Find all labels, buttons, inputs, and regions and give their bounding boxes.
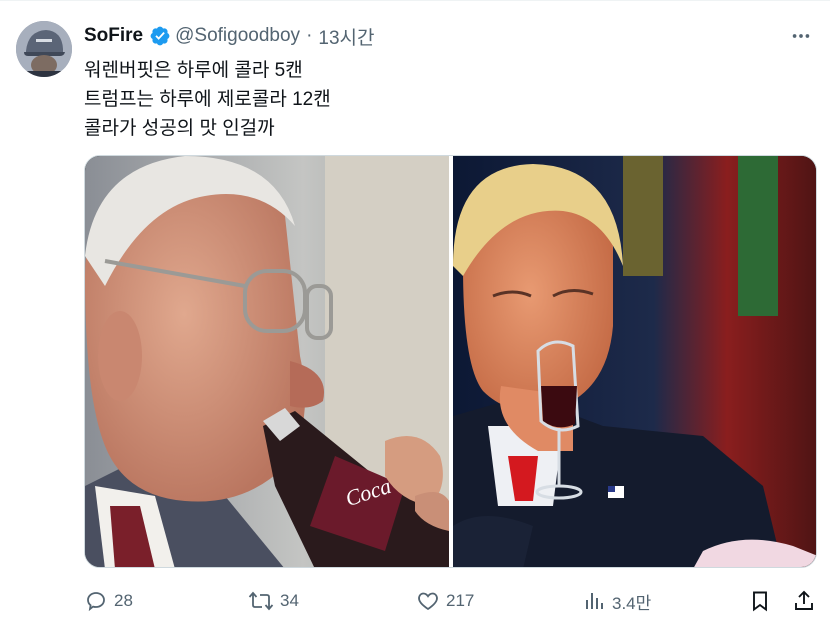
views-count: 3.4만 (612, 593, 652, 613)
tweet-media[interactable]: Coca (84, 155, 817, 568)
tweet-header: SoFire @Sofigoodboy · 13시간 (84, 22, 375, 50)
like-button[interactable]: 217 (416, 586, 474, 616)
views-icon (586, 593, 603, 609)
tweet-text: 워렌버핏은 하루에 콜라 5캔 트럼프는 하루에 제로콜라 12캔 콜라가 성공… (84, 56, 784, 143)
verified-badge-icon (149, 25, 171, 47)
author-handle[interactable]: @Sofigoodboy (175, 25, 300, 47)
photo-left[interactable]: Coca (85, 156, 449, 567)
tweet-text-line: 콜라가 성공의 맛 인걸까 (84, 118, 275, 139)
more-icon[interactable] (784, 22, 818, 50)
bookmark-icon (753, 591, 767, 612)
author-name[interactable]: SoFire (84, 25, 143, 47)
bookmark-button[interactable] (748, 586, 772, 616)
retweet-count: 34 (280, 591, 299, 610)
photo-right[interactable] (453, 156, 816, 567)
retweet-icon (248, 591, 274, 611)
timestamp[interactable]: 13시간 (318, 23, 374, 50)
like-count: 217 (446, 591, 475, 610)
reply-button[interactable]: 28 (84, 586, 133, 616)
share-button[interactable] (792, 586, 816, 616)
top-divider (0, 0, 830, 1)
reply-icon (87, 592, 105, 612)
reply-count: 28 (114, 591, 133, 610)
tweet-text-line: 워렌버핏은 하루에 콜라 5캔 (84, 60, 303, 81)
tweet-text-line: 트럼프는 하루에 제로콜라 12캔 (84, 89, 331, 110)
retweet-button[interactable]: 34 (248, 586, 299, 616)
share-icon (795, 590, 813, 610)
avatar[interactable] (16, 21, 72, 77)
views-button[interactable]: 3.4만 (582, 586, 651, 616)
like-icon (418, 592, 438, 611)
action-bar: 28 34 217 3.4만 (84, 586, 824, 616)
separator-dot: · (306, 25, 313, 46)
